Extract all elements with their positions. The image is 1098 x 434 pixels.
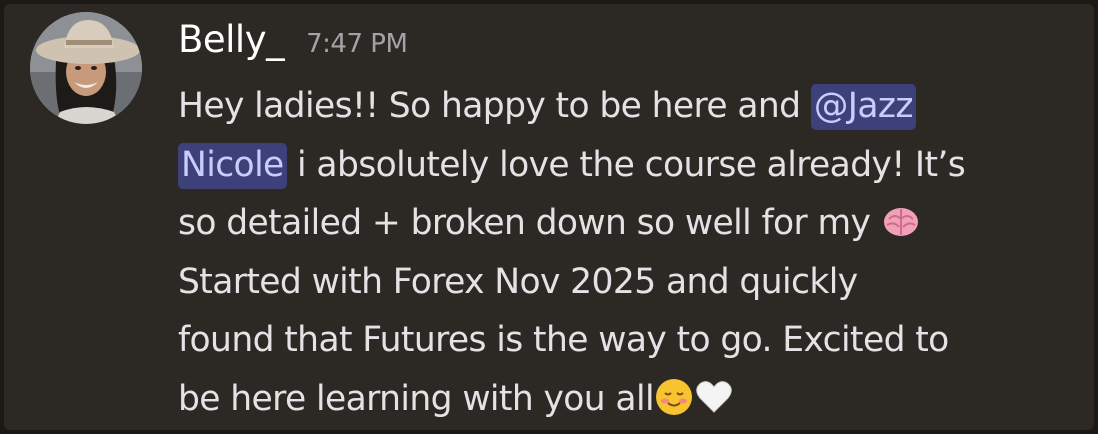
user-mention[interactable]: @Jazz bbox=[810, 84, 916, 130]
message-text: so detailed + broken down so well for my bbox=[178, 203, 881, 243]
message-line: Hey ladies!! So happy to be here and @Ja… bbox=[178, 77, 1078, 136]
timestamp[interactable]: 7:47 PM bbox=[306, 29, 408, 59]
message-line: so detailed + broken down so well for my bbox=[178, 194, 1078, 253]
message-text: i absolutely love the course already! It… bbox=[286, 144, 966, 185]
smiling-face-icon bbox=[654, 377, 694, 417]
message-line: Started with Forex Nov 2025 and quickly bbox=[178, 261, 858, 302]
message-line: Nicole i absolutely love the course alre… bbox=[178, 136, 1078, 195]
brain-icon bbox=[881, 201, 921, 241]
message-header: Belly_ 7:47 PM bbox=[178, 18, 408, 68]
message-line: found that Futures is the way to go. Exc… bbox=[178, 320, 949, 360]
message-text: Hey ladies!! So happy to be here and bbox=[178, 86, 811, 126]
avatar[interactable] bbox=[30, 12, 142, 124]
user-mention[interactable]: Nicole bbox=[178, 142, 287, 189]
message-card: Belly_ 7:47 PM Hey ladies!! So happy to … bbox=[4, 4, 1094, 430]
username[interactable]: Belly_ bbox=[178, 18, 285, 61]
message-content: Hey ladies!! So happy to be here and @Ja… bbox=[178, 77, 1078, 428]
message-text: be here learning with you all bbox=[178, 378, 655, 419]
white-heart-icon bbox=[694, 377, 734, 417]
message-line: be here learning with you all bbox=[178, 370, 1078, 429]
